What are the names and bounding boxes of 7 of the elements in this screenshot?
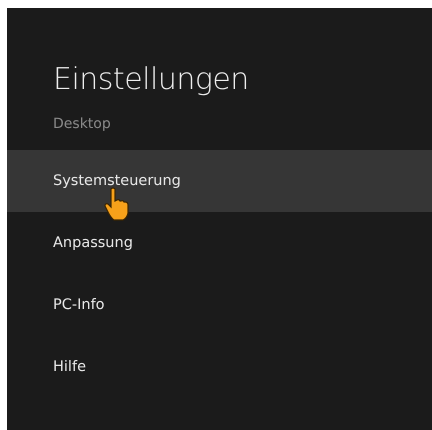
hand-cursor-icon [104,187,130,221]
panel-title: Einstellungen [53,61,250,99]
menu-item[interactable]: PC-Info [7,274,432,336]
menu-item[interactable]: Anpassung [7,212,432,274]
menu-item[interactable]: Hilfe [7,336,432,398]
menu-item[interactable]: Systemsteuerung [7,150,432,212]
section-heading: Desktop [53,115,112,134]
